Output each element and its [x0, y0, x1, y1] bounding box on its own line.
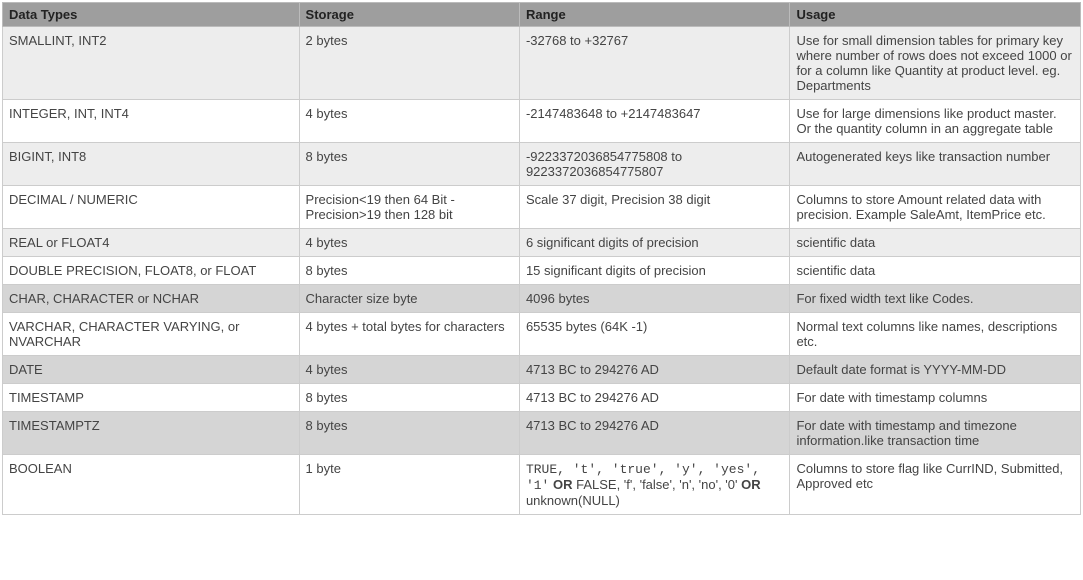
cell-range: 4713 BC to 294276 AD — [519, 384, 790, 412]
cell-range: 4713 BC to 294276 AD — [519, 356, 790, 384]
table-row: INTEGER, INT, INT44 bytes-2147483648 to … — [3, 100, 1081, 143]
cell-usage: For fixed width text like Codes. — [790, 285, 1081, 313]
header-data-types: Data Types — [3, 3, 300, 27]
cell-data-type: DOUBLE PRECISION, FLOAT8, or FLOAT — [3, 257, 300, 285]
table-row: SMALLINT, INT22 bytes-32768 to +32767Use… — [3, 27, 1081, 100]
table-row: VARCHAR, CHARACTER VARYING, or NVARCHAR4… — [3, 313, 1081, 356]
cell-range: -32768 to +32767 — [519, 27, 790, 100]
cell-storage: Character size byte — [299, 285, 519, 313]
table-row: CHAR, CHARACTER or NCHARCharacter size b… — [3, 285, 1081, 313]
cell-usage: scientific data — [790, 229, 1081, 257]
table-row: DATE4 bytes4713 BC to 294276 ADDefault d… — [3, 356, 1081, 384]
cell-range: 15 significant digits of precision — [519, 257, 790, 285]
header-storage: Storage — [299, 3, 519, 27]
table-row: BIGINT, INT88 bytes-9223372036854775808 … — [3, 143, 1081, 186]
header-usage: Usage — [790, 3, 1081, 27]
cell-usage: Columns to store flag like CurrIND, Subm… — [790, 455, 1081, 515]
cell-storage: 4 bytes + total bytes for characters — [299, 313, 519, 356]
table-row: TIMESTAMP8 bytes4713 BC to 294276 ADFor … — [3, 384, 1081, 412]
cell-range: Scale 37 digit, Precision 38 digit — [519, 186, 790, 229]
cell-usage: Normal text columns like names, descript… — [790, 313, 1081, 356]
cell-data-type: REAL or FLOAT4 — [3, 229, 300, 257]
header-range: Range — [519, 3, 790, 27]
cell-data-type: TIMESTAMPTZ — [3, 412, 300, 455]
cell-storage: 8 bytes — [299, 143, 519, 186]
table-row: TIMESTAMPTZ8 bytes4713 BC to 294276 ADFo… — [3, 412, 1081, 455]
cell-data-type: SMALLINT, INT2 — [3, 27, 300, 100]
cell-usage: Use for large dimensions like product ma… — [790, 100, 1081, 143]
cell-range: 4713 BC to 294276 AD — [519, 412, 790, 455]
cell-data-type: CHAR, CHARACTER or NCHAR — [3, 285, 300, 313]
cell-data-type: DECIMAL / NUMERIC — [3, 186, 300, 229]
cell-storage: 8 bytes — [299, 412, 519, 455]
cell-usage: For date with timestamp columns — [790, 384, 1081, 412]
cell-storage: Precision<19 then 64 Bit - Precision>19 … — [299, 186, 519, 229]
cell-range: -9223372036854775808 to 9223372036854775… — [519, 143, 790, 186]
cell-data-type: DATE — [3, 356, 300, 384]
cell-storage: 4 bytes — [299, 356, 519, 384]
cell-storage: 4 bytes — [299, 229, 519, 257]
cell-range: 65535 bytes (64K -1) — [519, 313, 790, 356]
table-header-row: Data Types Storage Range Usage — [3, 3, 1081, 27]
data-types-table: Data Types Storage Range Usage SMALLINT,… — [2, 2, 1081, 515]
table-row: DECIMAL / NUMERICPrecision<19 then 64 Bi… — [3, 186, 1081, 229]
cell-usage: Autogenerated keys like transaction numb… — [790, 143, 1081, 186]
cell-usage: scientific data — [790, 257, 1081, 285]
cell-data-type: VARCHAR, CHARACTER VARYING, or NVARCHAR — [3, 313, 300, 356]
cell-storage: 2 bytes — [299, 27, 519, 100]
cell-usage: Use for small dimension tables for prima… — [790, 27, 1081, 100]
cell-storage: 1 byte — [299, 455, 519, 515]
table-row: DOUBLE PRECISION, FLOAT8, or FLOAT8 byte… — [3, 257, 1081, 285]
cell-storage: 8 bytes — [299, 384, 519, 412]
cell-data-type: TIMESTAMP — [3, 384, 300, 412]
cell-usage: Default date format is YYYY-MM-DD — [790, 356, 1081, 384]
table-row: REAL or FLOAT44 bytes6 significant digit… — [3, 229, 1081, 257]
cell-data-type: BOOLEAN — [3, 455, 300, 515]
cell-data-type: INTEGER, INT, INT4 — [3, 100, 300, 143]
cell-usage: Columns to store Amount related data wit… — [790, 186, 1081, 229]
table-row: BOOLEAN1 byteTRUE, 't', 'true', 'y', 'ye… — [3, 455, 1081, 515]
cell-range: -2147483648 to +2147483647 — [519, 100, 790, 143]
cell-storage: 8 bytes — [299, 257, 519, 285]
cell-range: 6 significant digits of precision — [519, 229, 790, 257]
cell-data-type: BIGINT, INT8 — [3, 143, 300, 186]
cell-range: 4096 bytes — [519, 285, 790, 313]
cell-storage: 4 bytes — [299, 100, 519, 143]
cell-range: TRUE, 't', 'true', 'y', 'yes', '1' OR FA… — [519, 455, 790, 515]
cell-usage: For date with timestamp and timezone inf… — [790, 412, 1081, 455]
